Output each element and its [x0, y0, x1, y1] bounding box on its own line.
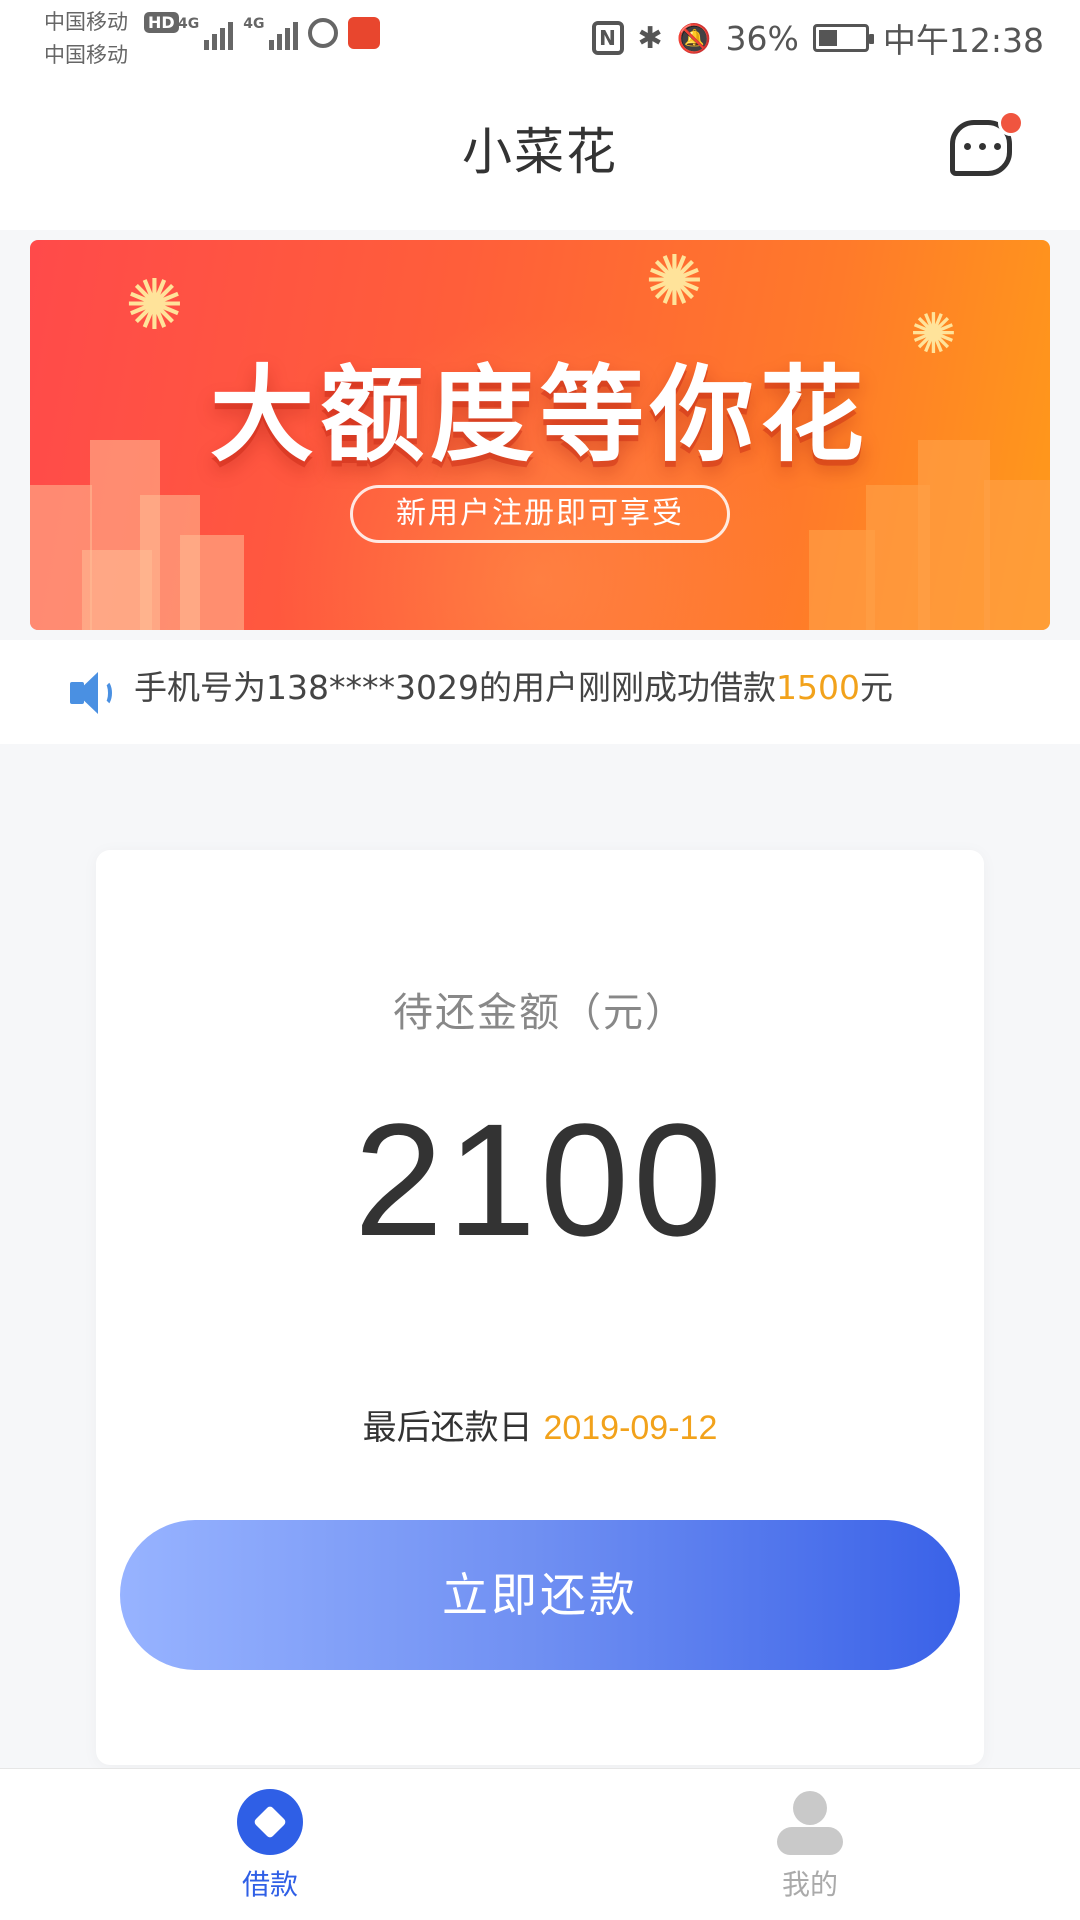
promo-banner[interactable]: ✺ ✺ ✺ 大额度等你花 新用户注册即可享受 [30, 240, 1050, 630]
deadline-label: 最后还款日 [362, 1408, 533, 1448]
firework-icon: ✺ [645, 240, 704, 322]
battery-icon [812, 24, 874, 52]
notice-unit: 元 [859, 668, 893, 707]
status-bar: 中国移动 中国移动 HD 4G 4G N ✱ 🔕 36% 中午12:38 [0, 0, 1080, 80]
repay-now-button[interactable]: 立即还款 [120, 1520, 960, 1670]
due-amount-label: 待还金额（元） [393, 990, 687, 1036]
nfc-icon: N [591, 21, 624, 55]
app-screen: 中国移动 中国移动 HD 4G 4G N ✱ 🔕 36% 中午12:38 小菜花… [0, 0, 1080, 1920]
building-decoration [180, 535, 244, 630]
silent-bell-icon: 🔕 [676, 21, 712, 55]
building-decoration [984, 480, 1050, 630]
message-button[interactable] [948, 110, 1024, 178]
deadline-date: 2019-09-12 [543, 1409, 718, 1447]
notice-prefix: 手机号为138****3029的用户刚刚成功借款 [134, 668, 776, 707]
signal-2-icon: 4G [243, 16, 299, 50]
page-title: 小菜花 [462, 123, 618, 181]
signal-1-icon: 4G [178, 16, 234, 50]
repayment-deadline: 最后还款日 2019-09-12 [96, 1400, 984, 1449]
carrier-names: 中国移动 中国移动 [44, 6, 128, 72]
building-decoration [866, 485, 930, 630]
battery-percent: 36% [725, 18, 799, 58]
tab-mine[interactable]: 我的 [730, 1789, 890, 1903]
app-header: 小菜花 [0, 80, 1080, 230]
notice-text: 手机号为138****3029的用户刚刚成功借款1500元 [134, 662, 893, 714]
user-icon [777, 1789, 843, 1855]
tab-mine-label: 我的 [781, 1868, 838, 1901]
status-left-icons: 4G 4G [178, 16, 381, 50]
tab-loan-label: 借款 [241, 1868, 298, 1901]
diamond-icon [237, 1789, 303, 1855]
net-type-2: 4G [243, 16, 265, 32]
speaker-icon [70, 672, 118, 714]
bluetooth-icon: ✱ [637, 20, 663, 56]
app-notification-icon [348, 17, 381, 49]
hd-badge: HD [144, 12, 179, 33]
tab-loan[interactable]: 借款 [190, 1789, 350, 1903]
carrier-2: 中国移动 [44, 43, 128, 67]
repayment-card: 待还金额（元） 2100 最后还款日 2019-09-12 立即还款 [96, 850, 984, 1765]
due-amount-value: 2100 [354, 1090, 726, 1269]
bottom-tab-bar: 借款 我的 [0, 1768, 1080, 1920]
net-type-1: 4G [178, 16, 200, 32]
carrier-1: 中国移动 [44, 10, 128, 34]
status-right-icons: N ✱ 🔕 36% 中午12:38 [591, 14, 1044, 62]
banner-headline: 大额度等你花 [209, 354, 870, 476]
loan-notice-marquee: 手机号为138****3029的用户刚刚成功借款1500元 [0, 640, 1080, 744]
clock: 中午12:38 [882, 21, 1044, 60]
notice-amount: 1500 [775, 668, 860, 707]
unread-dot [998, 110, 1024, 136]
banner-subtitle: 新用户注册即可享受 [350, 485, 730, 543]
building-decoration [809, 530, 875, 630]
building-decoration [82, 550, 152, 630]
netease-music-icon [308, 18, 339, 48]
